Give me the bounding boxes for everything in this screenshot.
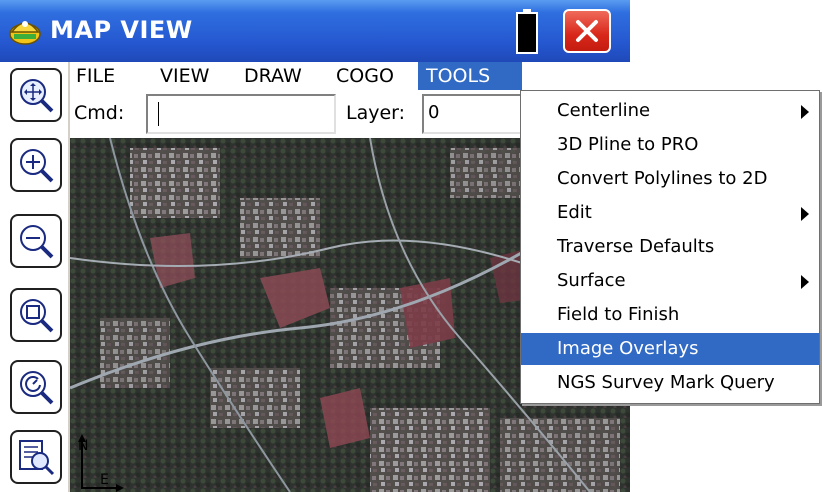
north-label: N <box>78 438 89 454</box>
menu-item-label: Traverse Defaults <box>557 236 715 257</box>
menu-item-3d-pline-to-pro[interactable]: 3D Pline to PRO <box>521 129 819 161</box>
surveyor-hardhat-icon[interactable] <box>8 14 42 48</box>
cmd-label: Cmd: <box>74 102 125 124</box>
title-bar: MAP VIEW <box>0 0 630 62</box>
close-button[interactable] <box>563 9 611 53</box>
menu-item-surface[interactable]: Surface <box>521 265 819 297</box>
window-title: MAP VIEW <box>50 16 193 44</box>
menu-item-edit[interactable]: Edit <box>521 197 819 229</box>
menu-item-label: Surface <box>557 270 626 291</box>
menu-item-label: Edit <box>557 202 592 223</box>
cmd-input[interactable] <box>146 94 336 134</box>
menu-view[interactable]: VIEW <box>154 62 215 90</box>
layer-label: Layer: <box>346 102 406 124</box>
zoom-previous-button[interactable] <box>10 360 62 414</box>
menu-item-label: Convert Polylines to 2D <box>557 168 768 189</box>
submenu-arrow-icon <box>801 105 809 119</box>
menu-item-label: NGS Survey Mark Query <box>557 372 775 393</box>
magnifier-minus-icon <box>20 225 54 259</box>
zoom-out-button[interactable] <box>10 214 62 268</box>
menu-item-field-to-finish[interactable]: Field to Finish <box>521 299 819 331</box>
menu-tools[interactable]: TOOLS <box>418 62 522 90</box>
menu-item-ngs-survey-mark-query[interactable]: NGS Survey Mark Query <box>521 367 819 399</box>
menu-item-image-overlays[interactable]: Image Overlays <box>521 333 819 365</box>
magnifier-arrows-icon <box>20 79 54 113</box>
menu-item-label: Image Overlays <box>557 338 699 359</box>
tools-dropdown-menu: Centerline 3D Pline to PRO Convert Polyl… <box>520 90 820 404</box>
magnifier-plus-icon <box>20 149 54 183</box>
close-icon <box>576 20 598 42</box>
menu-item-convert-polylines[interactable]: Convert Polylines to 2D <box>521 163 819 195</box>
menu-file[interactable]: FILE <box>70 62 121 90</box>
magnifier-window-icon <box>20 299 54 333</box>
east-label: E <box>100 472 109 488</box>
menu-item-centerline[interactable]: Centerline <box>521 95 819 127</box>
menu-draw[interactable]: DRAW <box>238 62 308 90</box>
menu-item-label: Field to Finish <box>557 304 680 325</box>
battery-icon <box>516 9 538 54</box>
menu-item-label: 3D Pline to PRO <box>557 134 699 155</box>
menu-item-label: Centerline <box>557 100 651 121</box>
menu-bar: FILE VIEW DRAW COGO TOOLS <box>70 62 630 90</box>
zoom-extents-button[interactable] <box>10 68 62 122</box>
view-options-button[interactable] <box>10 430 62 484</box>
zoom-toolbar <box>0 62 68 492</box>
text-caret <box>158 102 159 126</box>
menu-cogo[interactable]: COGO <box>330 62 400 90</box>
magnifier-previous-icon <box>20 371 54 405</box>
zoom-window-button[interactable] <box>10 288 62 342</box>
submenu-arrow-icon <box>801 275 809 289</box>
menu-item-traverse-defaults[interactable]: Traverse Defaults <box>521 231 819 263</box>
zoom-in-button[interactable] <box>10 138 62 192</box>
submenu-arrow-icon <box>801 207 809 221</box>
document-magnifier-icon <box>19 440 55 476</box>
